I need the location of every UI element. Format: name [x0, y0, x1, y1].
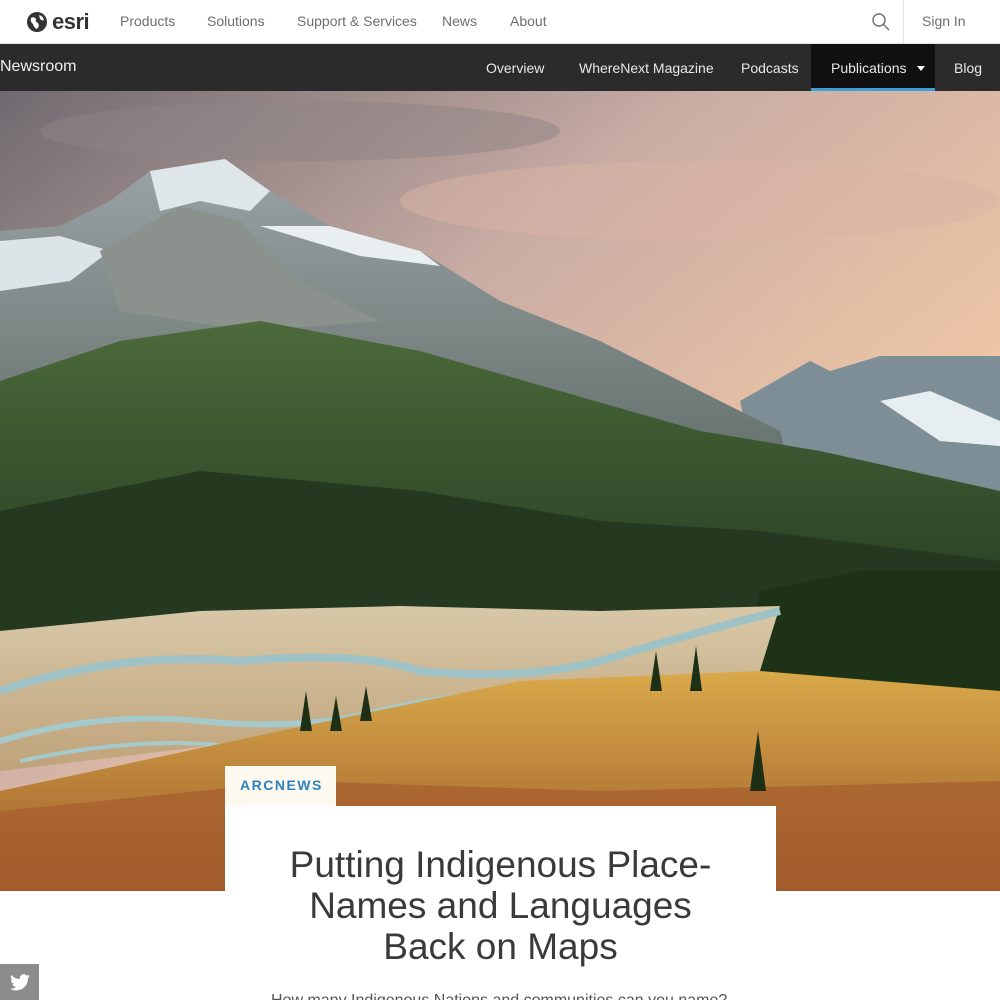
global-nav: esri Products Solutions Support & Servic… [0, 0, 1000, 44]
nav-about[interactable]: About [510, 13, 547, 29]
newsroom-title[interactable]: Newsroom [0, 58, 76, 76]
article-lead: How many Indigenous Nations and communit… [271, 992, 741, 1000]
mountain-valley-illustration [0, 91, 1000, 891]
twitter-share-button[interactable] [0, 964, 39, 1000]
newsroom-nav: Newsroom Overview WhereNext Magazine Pod… [0, 44, 1000, 91]
article-title: Putting Indigenous Place- Names and Lang… [225, 844, 776, 967]
globe-icon [27, 12, 47, 32]
hero-image [0, 91, 1000, 891]
title-line-3: Back on Maps [383, 926, 618, 967]
nav-news[interactable]: News [442, 13, 477, 29]
nav-support-services[interactable]: Support & Services [297, 13, 417, 29]
publication-tag[interactable]: ARCNEWS [225, 766, 336, 806]
nav-solutions[interactable]: Solutions [207, 13, 265, 29]
subnav-podcasts[interactable]: Podcasts [741, 44, 799, 91]
subnav-publications[interactable]: Publications [811, 44, 935, 91]
title-line-2: Names and Languages [309, 885, 692, 926]
brand-name: esri [52, 9, 90, 34]
article-card: Putting Indigenous Place- Names and Lang… [225, 806, 776, 1000]
search-icon[interactable] [871, 12, 891, 32]
caret-down-icon [916, 66, 925, 71]
subnav-blog[interactable]: Blog [954, 44, 982, 91]
title-line-1: Putting Indigenous Place- [289, 844, 712, 885]
nav-products[interactable]: Products [120, 13, 175, 29]
nav-divider [903, 0, 904, 44]
subnav-overview[interactable]: Overview [486, 44, 544, 91]
twitter-icon [9, 973, 30, 990]
subnav-publications-label: Publications [831, 60, 907, 76]
sign-in-link[interactable]: Sign In [922, 13, 966, 29]
esri-logo[interactable]: esri [26, 9, 90, 34]
subnav-wherenext-magazine[interactable]: WhereNext Magazine [579, 44, 714, 91]
